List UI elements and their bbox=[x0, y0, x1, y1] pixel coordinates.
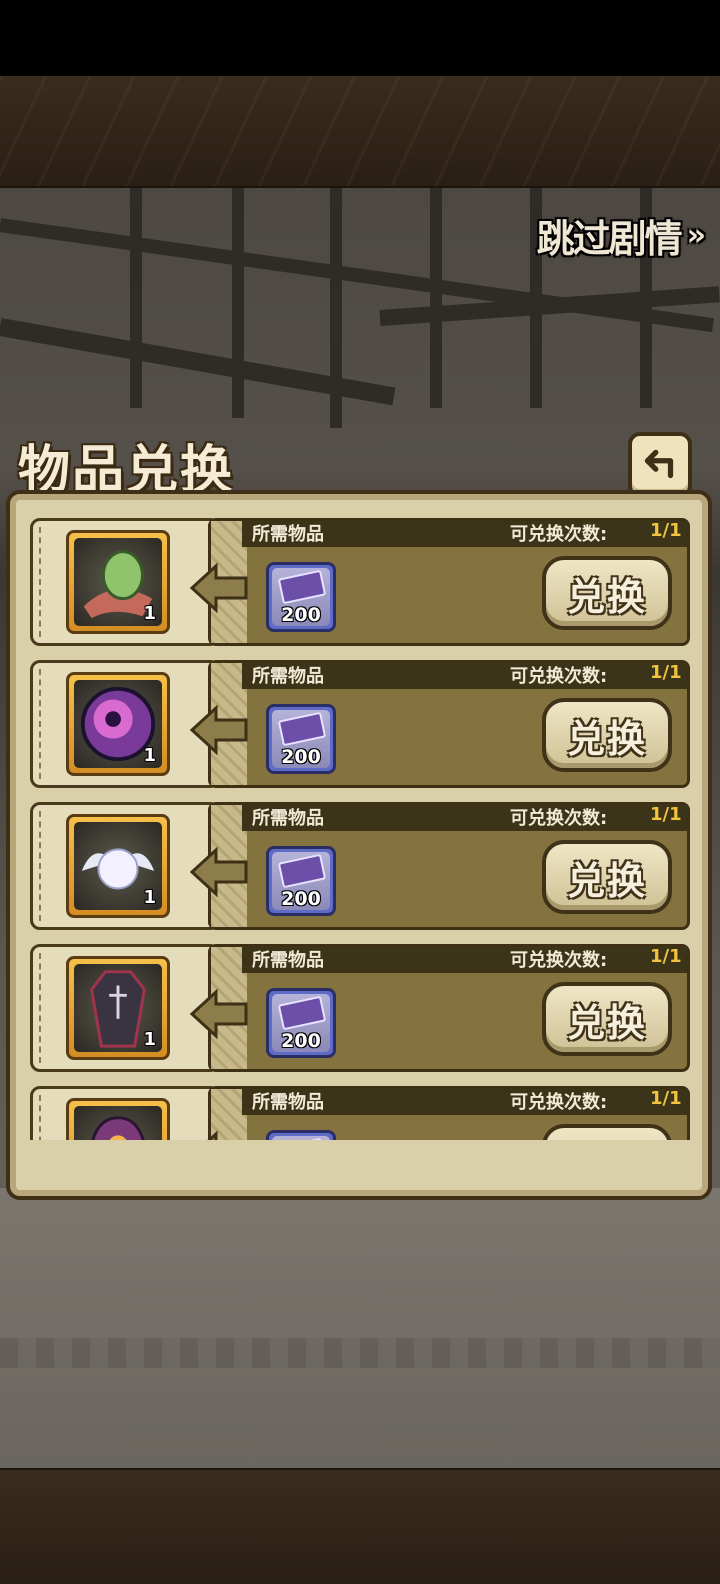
reward-item-slot[interactable] bbox=[66, 1098, 170, 1140]
exchange-button[interactable]: 兑换 bbox=[542, 840, 672, 914]
exchange-button[interactable]: 兑换 bbox=[542, 556, 672, 630]
exchange-count-value: 1/1 bbox=[650, 662, 682, 683]
top-banner bbox=[0, 76, 720, 188]
required-items-label: 所需物品 bbox=[252, 950, 324, 971]
ticket-icon bbox=[277, 1137, 327, 1140]
arrow-left-icon bbox=[189, 988, 248, 1040]
helmet-icon bbox=[91, 1116, 145, 1140]
arrow-left-icon bbox=[207, 1130, 218, 1140]
cost-item-slot[interactable]: 200 bbox=[266, 704, 336, 774]
exchange-count-label: 可兑换次数: bbox=[510, 808, 608, 829]
back-arrow-icon bbox=[644, 449, 674, 479]
exchange-count-value: 1/1 bbox=[650, 804, 682, 825]
exchange-count-value: 1/1 bbox=[650, 520, 682, 541]
cost-item-slot[interactable]: 200 bbox=[266, 846, 336, 916]
reward-quantity: 1 bbox=[143, 1029, 156, 1050]
exchange-row: 所需物品 可兑换次数: 1/1 兑换 bbox=[30, 1086, 690, 1140]
exchange-list[interactable]: 所需物品 可兑换次数: 1/1 1 200 兑换 所需物品 可兑换次数: 1/1… bbox=[20, 510, 690, 1140]
reward-quantity: 1 bbox=[143, 887, 156, 908]
bottom-banner bbox=[0, 1468, 720, 1584]
reward-quantity: 1 bbox=[143, 745, 156, 766]
exchange-count-label: 可兑换次数: bbox=[510, 1092, 608, 1113]
exchange-button[interactable]: 兑换 bbox=[542, 982, 672, 1056]
ticket-icon bbox=[277, 853, 327, 889]
exchange-count-label: 可兑换次数: bbox=[510, 950, 608, 971]
cost-quantity: 200 bbox=[281, 604, 321, 626]
back-button[interactable] bbox=[628, 432, 692, 498]
reward-quantity: 1 bbox=[143, 603, 156, 624]
exchange-count-value: 1/1 bbox=[650, 946, 682, 967]
ticket-icon bbox=[277, 569, 327, 605]
reward-item-slot[interactable]: 1 bbox=[66, 530, 170, 634]
exchange-button[interactable]: 兑换 bbox=[542, 1124, 672, 1140]
status-bar bbox=[0, 0, 720, 76]
reward-item-slot[interactable]: 1 bbox=[66, 956, 170, 1060]
ticket-icon bbox=[277, 995, 327, 1031]
exchange-row: 所需物品 可兑换次数: 1/1 1 200 兑换 bbox=[30, 660, 690, 788]
cost-quantity: 200 bbox=[281, 888, 321, 910]
exchange-button[interactable]: 兑换 bbox=[542, 698, 672, 772]
reward-item-slot[interactable]: 1 bbox=[66, 672, 170, 776]
arrow-left-icon bbox=[189, 846, 248, 898]
cost-item-slot[interactable]: 200 bbox=[266, 562, 336, 632]
required-items-label: 所需物品 bbox=[252, 524, 324, 545]
reward-item-slot[interactable]: 1 bbox=[66, 814, 170, 918]
arrow-left-icon bbox=[189, 704, 248, 756]
cost-quantity: 200 bbox=[281, 1030, 321, 1052]
cost-item-slot[interactable] bbox=[266, 1130, 336, 1140]
cost-item-slot[interactable]: 200 bbox=[266, 988, 336, 1058]
arrow-left-icon bbox=[189, 562, 248, 614]
double-chevron-right-icon: » bbox=[686, 217, 707, 253]
ticket-icon bbox=[277, 711, 327, 747]
required-items-label: 所需物品 bbox=[252, 1092, 324, 1113]
skip-story-button[interactable]: 跳过剧情 » bbox=[536, 210, 707, 261]
required-items-label: 所需物品 bbox=[252, 808, 324, 829]
required-items-label: 所需物品 bbox=[252, 666, 324, 687]
skip-story-label: 跳过剧情 bbox=[536, 216, 683, 261]
exchange-count-label: 可兑换次数: bbox=[510, 524, 608, 545]
exchange-count-label: 可兑换次数: bbox=[510, 666, 608, 687]
cost-quantity: 200 bbox=[281, 746, 321, 768]
exchange-row: 所需物品 可兑换次数: 1/1 1 200 兑换 bbox=[30, 944, 690, 1072]
exchange-count-value: 1/1 bbox=[650, 1088, 682, 1109]
exchange-row: 所需物品 可兑换次数: 1/1 1 200 兑换 bbox=[30, 518, 690, 646]
exchange-row: 所需物品 可兑换次数: 1/1 1 200 兑换 bbox=[30, 802, 690, 930]
